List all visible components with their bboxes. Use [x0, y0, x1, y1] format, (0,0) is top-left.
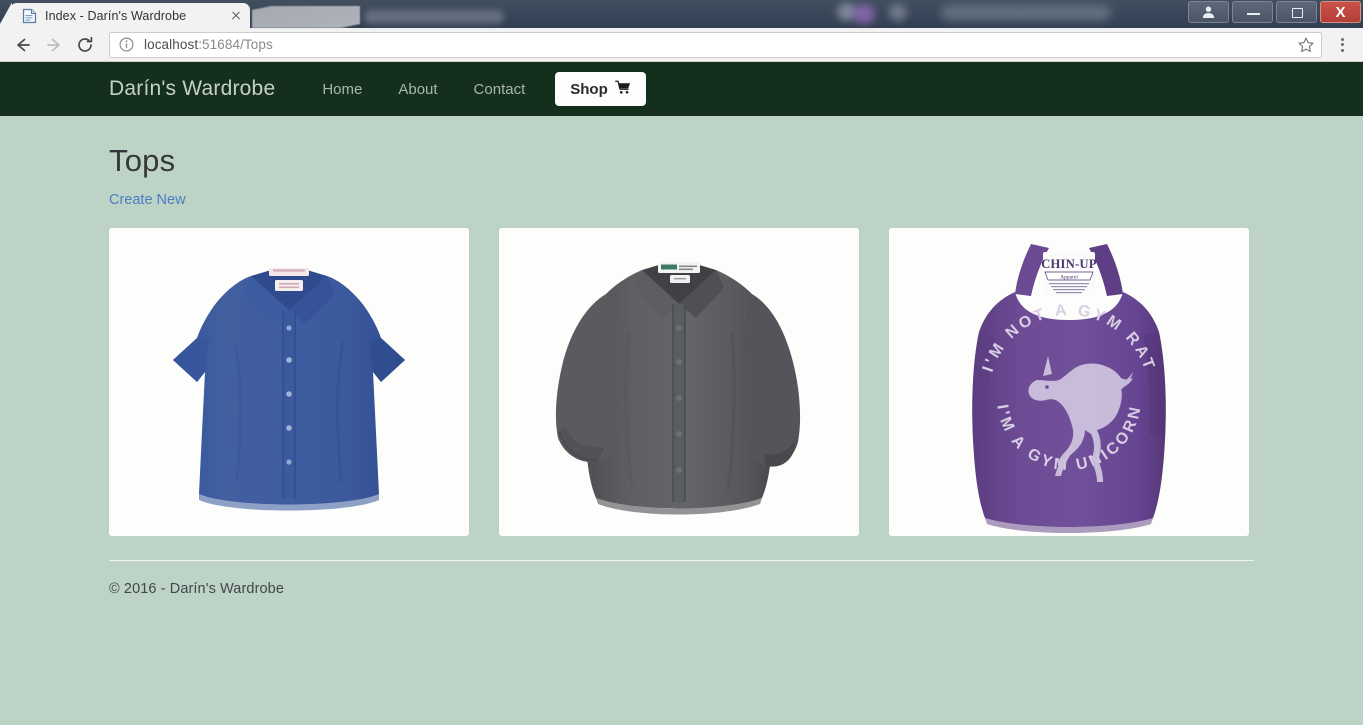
product-card[interactable]: CHIN-UP Apparel I'M NOT A GYM RAT I'M A …: [889, 228, 1249, 536]
url-path: :51684/Tops: [198, 37, 273, 52]
product-card[interactable]: [109, 228, 469, 536]
page-container: Tops Create New CHIN-UP Apparel I'M NOT …: [0, 143, 1363, 597]
blue-short-sleeve-shirt-image: [109, 228, 469, 536]
create-new-link[interactable]: Create New: [109, 192, 186, 208]
nav-links: Home About Contact: [304, 81, 543, 98]
nav-link-contact[interactable]: Contact: [456, 81, 544, 98]
maximize-restore-icon[interactable]: [1276, 1, 1317, 23]
blurred-blob: [941, 5, 1111, 21]
star-bookmark-icon[interactable]: [1297, 36, 1315, 54]
shop-button-label: Shop: [570, 80, 608, 98]
browser-tab-background-blurred[interactable]: [252, 6, 504, 28]
purple-gym-unicorn-tank-top-image: CHIN-UP Apparel I'M NOT A GYM RAT I'M A …: [889, 228, 1249, 536]
blurred-blob: [853, 4, 875, 24]
browser-tab-active[interactable]: Index - Darín's Wardrobe: [0, 3, 250, 28]
site-navbar: Darín's Wardrobe Home About Contact Shop: [0, 62, 1363, 116]
page-viewport: Darín's Wardrobe Home About Contact Shop: [0, 62, 1363, 724]
shopping-cart-icon: [614, 80, 631, 98]
minimize-icon[interactable]: [1232, 1, 1273, 23]
window-close-label: X: [1335, 3, 1346, 21]
browser-toolbar: localhost:51684/Tops: [0, 28, 1363, 62]
window-controls: X: [1188, 1, 1361, 23]
product-card-list: CHIN-UP Apparel I'M NOT A GYM RAT I'M A …: [109, 228, 1254, 536]
svg-text:CHIN-UP: CHIN-UP: [1041, 257, 1097, 271]
gray-long-sleeve-shirt-image: [499, 228, 859, 536]
shop-button[interactable]: Shop: [555, 72, 646, 106]
browser-window: Index - Darín's Wardrobe X localhost:516…: [0, 0, 1363, 725]
footer-copyright: © 2016 - Darín's Wardrobe: [109, 581, 284, 597]
person-profile-icon[interactable]: [1188, 1, 1229, 23]
product-card[interactable]: [499, 228, 859, 536]
info-circle-icon[interactable]: [118, 36, 135, 53]
svg-text:Apparel: Apparel: [1060, 274, 1078, 280]
tab-strip: Index - Darín's Wardrobe X: [0, 0, 1363, 28]
address-bar[interactable]: localhost:51684/Tops: [109, 31, 1322, 58]
chrome-blurred-overlay: [797, 0, 1217, 28]
blurred-blob: [889, 4, 907, 21]
back-arrow-icon[interactable]: [8, 31, 38, 59]
person-glyph: [1189, 2, 1228, 22]
site-brand[interactable]: Darín's Wardrobe: [109, 77, 275, 101]
url-text: localhost:51684/Tops: [144, 37, 1297, 52]
tab-title: Index - Darín's Wardrobe: [45, 8, 187, 23]
three-dot-menu-icon[interactable]: [1329, 31, 1355, 59]
tab-title-blurred: [364, 10, 504, 24]
close-icon[interactable]: [228, 8, 244, 24]
reload-icon[interactable]: [70, 31, 100, 59]
forward-arrow-icon: [39, 31, 69, 59]
footer-divider: [109, 560, 1254, 561]
url-host: localhost: [144, 37, 199, 52]
nav-link-home[interactable]: Home: [304, 81, 380, 98]
window-close-icon[interactable]: X: [1320, 1, 1361, 23]
page-title: Tops: [109, 143, 176, 178]
nav-link-about[interactable]: About: [380, 81, 455, 98]
page-icon: [22, 8, 37, 24]
